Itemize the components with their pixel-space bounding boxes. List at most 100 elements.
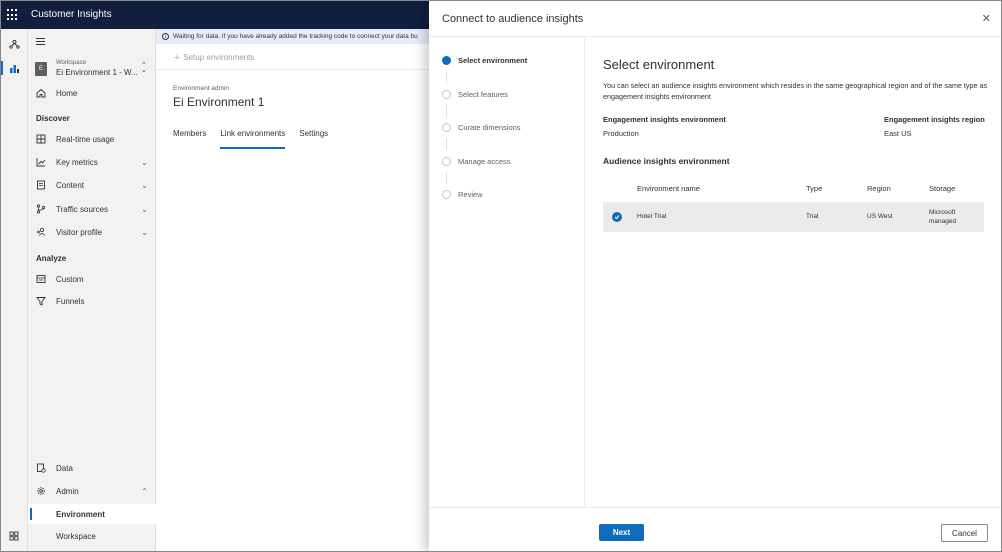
nav-item-label: Visitor profile <box>56 227 103 237</box>
setup-environments-button[interactable]: ＋ Setup environments <box>173 52 254 63</box>
nav-item-real-time-usage[interactable]: Real-time usage <box>28 129 156 149</box>
chevron-down-icon: ⌄ <box>141 227 148 237</box>
nav-item-custom[interactable]: Custom <box>28 269 156 289</box>
column-header-region[interactable]: Region <box>867 184 891 193</box>
cell-type: Trial <box>806 213 819 220</box>
setup-environments-label: Setup environments <box>183 53 255 62</box>
cell-region: US West <box>867 213 893 220</box>
next-button[interactable]: Next <box>599 524 644 541</box>
nav-section-discover: Discover <box>36 114 70 123</box>
cell-environment-name: Hotel Trial <box>637 213 667 220</box>
column-header-environment-name[interactable]: Environment name <box>637 184 700 193</box>
checkmark-icon[interactable] <box>612 212 622 222</box>
step-select-environment[interactable]: Select environment <box>442 53 527 67</box>
workspace-avatar: E <box>35 62 47 76</box>
nav-item-label: Content <box>56 180 85 190</box>
column-header-type[interactable]: Type <box>806 184 822 193</box>
nav-item-label: Home <box>56 88 78 98</box>
ei-region-value: East US <box>884 129 912 138</box>
nav-item-label: Key metrics <box>56 157 98 167</box>
nav-item-key-metrics[interactable]: Key metrics ⌄ <box>28 152 156 172</box>
apps-icon[interactable] <box>5 527 23 545</box>
app-launcher-icon[interactable] <box>7 9 19 21</box>
workspace-name[interactable]: Ei Environment 1 - W... <box>56 68 138 77</box>
page-title: Ei Environment 1 <box>173 95 265 109</box>
funnel-icon <box>36 296 46 306</box>
panel-footer: Next Cancel <box>429 507 1001 551</box>
hamburger-menu-icon[interactable] <box>36 38 45 45</box>
step-indicator-icon <box>442 89 451 99</box>
branch-icon <box>36 204 46 214</box>
table-row[interactable]: Hotel Trial Trial US West Microsoft mana… <box>603 202 984 232</box>
tab-settings[interactable]: Settings <box>299 129 328 149</box>
step-select-features[interactable]: Select features <box>442 87 508 101</box>
content-title: Select environment <box>603 57 715 72</box>
step-label: Review <box>458 189 483 199</box>
document-icon <box>36 180 46 190</box>
close-icon[interactable]: ✕ <box>982 12 991 25</box>
dashboard-icon <box>36 134 46 144</box>
info-icon: i <box>162 33 169 40</box>
nav-item-label: Environment <box>56 509 105 519</box>
nav-item-label: Funnels <box>56 296 85 306</box>
step-manage-access[interactable]: Manage access <box>442 154 511 168</box>
cell-storage-line1: Microsoft <box>929 209 956 216</box>
step-label: Select environment <box>458 55 528 65</box>
nav-item-workspace[interactable]: Workspace <box>28 526 156 546</box>
environment-admin-label: Environment admin <box>173 85 229 92</box>
data-icon <box>36 463 46 473</box>
nav-item-funnels[interactable]: Funnels <box>28 291 156 311</box>
engagement-insights-icon[interactable] <box>1 59 23 77</box>
tab-list: Members Link environments Settings <box>173 129 342 149</box>
home-icon <box>36 88 46 98</box>
step-connector <box>446 105 447 117</box>
panel-title: Connect to audience insights <box>442 13 584 25</box>
nav-item-label: Admin <box>56 486 79 496</box>
step-label: Curate dimensions <box>458 122 521 132</box>
tab-members[interactable]: Members <box>173 129 206 149</box>
nav-item-content[interactable]: Content ⌄ <box>28 175 156 195</box>
chevron-down-icon: ⌄ <box>141 180 148 190</box>
nav-item-admin[interactable]: Admin ⌃ <box>28 481 156 501</box>
step-indicator-icon <box>442 156 451 166</box>
cancel-button[interactable]: Cancel <box>941 524 988 542</box>
app-frame: Customer Insights E Workspace Ei Environ… <box>0 0 1002 552</box>
ei-environment-value: Production <box>603 129 639 138</box>
nav-item-visitor-profile[interactable]: Visitor profile ⌄ <box>28 222 156 242</box>
nav-item-label: Data <box>56 463 73 473</box>
step-curate-dimensions[interactable]: Curate dimensions <box>442 120 521 134</box>
step-content: Select environment You can select an aud… <box>585 37 1001 507</box>
column-header-storage[interactable]: Storage <box>929 184 955 193</box>
gear-icon <box>36 486 46 496</box>
nav-item-label: Custom <box>56 274 84 284</box>
tab-link-environments[interactable]: Link environments <box>220 129 285 149</box>
wizard-steps: Select environment Select features Curat… <box>429 37 585 507</box>
cell-storage-line2: managed <box>929 218 957 225</box>
nav-item-home[interactable]: Home <box>28 83 156 103</box>
audience-insights-heading: Audience insights environment <box>603 156 730 166</box>
connect-panel: Connect to audience insights ✕ Select en… <box>429 1 1001 551</box>
nav-item-environment[interactable]: Environment <box>28 504 156 524</box>
step-label: Manage access <box>458 156 511 166</box>
custom-report-icon <box>36 274 46 284</box>
add-icon: ＋ <box>173 53 184 62</box>
step-indicator-icon <box>442 122 451 132</box>
side-nav: E Workspace Ei Environment 1 - W... ⌃ ⌄ H… <box>28 29 156 551</box>
step-label: Select features <box>458 89 509 99</box>
audience-insights-icon[interactable] <box>5 35 23 53</box>
app-rail <box>1 29 28 551</box>
step-connector <box>446 138 447 150</box>
step-connector <box>446 172 447 184</box>
nav-item-data[interactable]: Data <box>28 458 156 478</box>
step-connector <box>446 71 447 83</box>
step-review[interactable]: Review <box>442 187 483 201</box>
nav-section-analyze: Analyze <box>36 254 67 263</box>
people-icon <box>36 227 46 237</box>
nav-item-label: Workspace <box>56 531 96 541</box>
nav-item-traffic-sources[interactable]: Traffic sources ⌄ <box>28 199 156 219</box>
workspace-switcher-chevron-icon[interactable]: ⌃ ⌄ <box>141 62 147 74</box>
ei-region-label: Engagement insights region <box>884 115 985 124</box>
nav-item-label: Traffic sources <box>56 204 109 214</box>
chevron-up-icon: ⌃ <box>141 486 148 496</box>
ei-environment-label: Engagement insights environment <box>603 115 726 124</box>
